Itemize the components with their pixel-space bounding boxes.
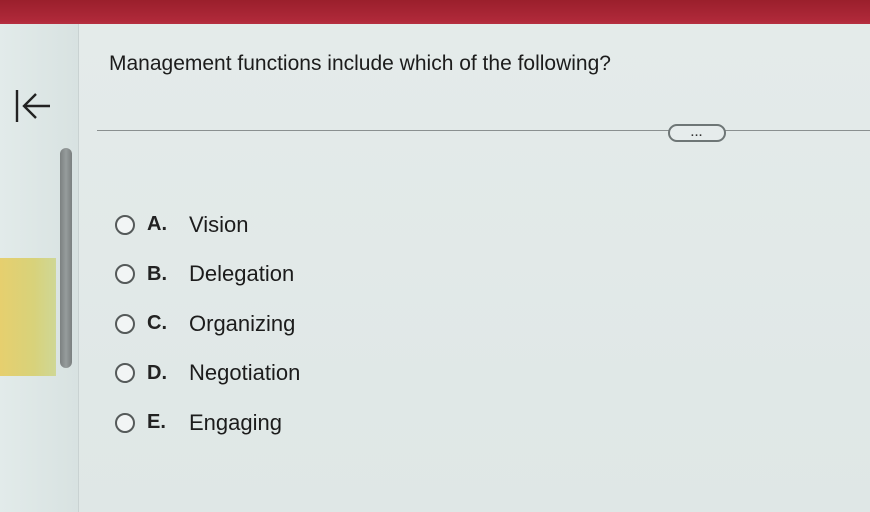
option-letter: E. — [147, 411, 166, 434]
radio-button[interactable] — [115, 214, 135, 235]
option-letter: C. — [147, 312, 167, 335]
radio-button[interactable] — [115, 264, 135, 285]
divider — [97, 130, 870, 131]
more-options-button[interactable]: ... — [668, 124, 726, 142]
option-label: Organizing — [189, 310, 296, 336]
question-text: Management functions include which of th… — [109, 52, 611, 75]
option-letter: A. — [147, 213, 167, 236]
radio-button[interactable] — [115, 313, 135, 334]
radio-button[interactable] — [115, 363, 135, 384]
scrollbar-thumb[interactable] — [60, 148, 72, 368]
option-letter: B. — [147, 262, 167, 285]
option-a[interactable]: A. Vision — [115, 200, 300, 250]
option-b[interactable]: B. Delegation — [115, 250, 300, 300]
option-c[interactable]: C. Organizing — [115, 299, 300, 349]
option-letter: D. — [147, 361, 167, 384]
option-label: Vision — [189, 211, 249, 237]
radio-button[interactable] — [115, 412, 135, 433]
option-e[interactable]: E. Engaging — [115, 398, 300, 448]
option-d[interactable]: D. Negotiation — [115, 349, 300, 399]
option-label: Engaging — [189, 409, 282, 435]
collapse-left-icon[interactable] — [12, 84, 54, 128]
scrollbar[interactable] — [58, 148, 74, 368]
option-label: Delegation — [189, 261, 295, 287]
answer-options: A. Vision B. Delegation C. Organizing D.… — [115, 200, 300, 448]
question-panel: Management functions include which of th… — [79, 24, 870, 512]
highlight-strip — [0, 258, 56, 376]
option-label: Negotiation — [189, 360, 301, 386]
left-panel — [0, 24, 79, 512]
